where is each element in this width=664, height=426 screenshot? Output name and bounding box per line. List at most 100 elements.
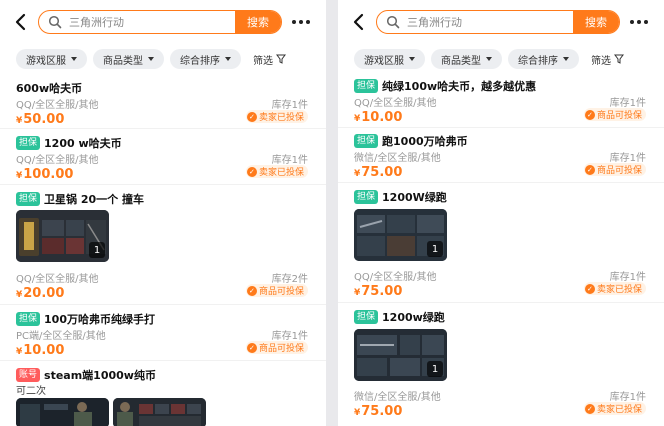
- filter-type[interactable]: 商品类型: [93, 49, 164, 69]
- caret-down-icon: [225, 57, 231, 61]
- shield-icon: ✓: [584, 109, 595, 120]
- filter-sort-label: 综合排序: [180, 55, 220, 67]
- item-price: ¥75.00: [354, 161, 402, 180]
- item-stock: 库存1件: [609, 98, 646, 109]
- screen-filter-button[interactable]: 筛选: [591, 52, 624, 67]
- search-button[interactable]: 搜索: [235, 11, 281, 33]
- insurance-tag: ✓ 卖家已投保: [583, 402, 646, 415]
- list-item[interactable]: 担保 跑1000万哈弗币 微信/全区全服/其他 库存1件 ¥75.00 ✓ 商品可投…: [338, 129, 664, 181]
- guarantee-badge: 担保: [354, 190, 379, 204]
- item-title: 600w哈夫币: [16, 82, 83, 95]
- price-value: 75.00: [361, 165, 403, 180]
- price-value: 50.00: [23, 112, 65, 127]
- insurance-label: 卖家已投保: [258, 168, 304, 178]
- currency-symbol: ¥: [354, 288, 361, 298]
- price-value: 10.00: [23, 343, 65, 358]
- insurance-label: 商品可投保: [258, 344, 304, 354]
- currency-symbol: ¥: [16, 116, 23, 126]
- item-price: ¥100.00: [16, 163, 73, 182]
- guarantee-badge: 担保: [16, 312, 41, 326]
- more-dots-icon[interactable]: [630, 20, 652, 24]
- search-input[interactable]: 三角洲行动: [405, 14, 573, 30]
- list-item[interactable]: 担保 1200 w哈夫币 QQ/全区全服/其他 库存1件 ¥100.00 ✓ 卖家已…: [0, 131, 326, 183]
- item-description: 可二次: [16, 386, 46, 397]
- item-title: 100万哈弗币纯绿手打: [44, 313, 155, 326]
- list-item[interactable]: 担保 纯绿100w哈夫币，越多越优惠 QQ/全区全服/其他 库存1件 ¥10.00…: [338, 74, 664, 126]
- insurance-label: 卖家已投保: [258, 113, 304, 123]
- insurance-label: 商品可投保: [596, 111, 642, 121]
- shield-icon: ✓: [584, 164, 595, 175]
- guarantee-badge: 担保: [16, 192, 41, 206]
- item-stock: 库存1件: [271, 331, 308, 342]
- insurance-tag: ✓ 卖家已投保: [245, 110, 308, 123]
- more-dots-icon[interactable]: [292, 20, 314, 24]
- filter-type-label: 商品类型: [441, 55, 481, 67]
- item-price: ¥50.00: [16, 108, 64, 127]
- divider: [0, 304, 326, 305]
- insurance-tag: ✓ 卖家已投保: [245, 165, 308, 178]
- list-item[interactable]: 担保 1200w绿跑 1 微信/全区全服/其他 库存1件 ¥75.00 ✓ 卖家已投…: [338, 305, 664, 420]
- price-value: 75.00: [361, 404, 403, 419]
- currency-symbol: ¥: [16, 171, 23, 181]
- filter-type[interactable]: 商品类型: [431, 49, 502, 69]
- left-phone-screen: 三角洲行动 搜索 游戏区服 商品类型 综合排序 筛选 600w哈夫币 QQ/全区…: [0, 0, 326, 426]
- filter-sort[interactable]: 综合排序: [508, 49, 579, 69]
- item-stock: 库存2件: [271, 274, 308, 285]
- price-value: 100.00: [23, 167, 74, 182]
- item-thumbnail[interactable]: [113, 398, 206, 426]
- list-item[interactable]: 账号 steam端1000w纯币 可二次: [0, 363, 326, 426]
- filter-server[interactable]: 游戏区服: [16, 49, 87, 69]
- shield-icon: ✓: [246, 285, 257, 296]
- item-price: ¥10.00: [16, 339, 64, 358]
- insurance-tag: ✓ 商品可投保: [583, 163, 646, 176]
- top-bar: 三角洲行动 搜索: [0, 0, 326, 44]
- item-price: ¥10.00: [354, 106, 402, 125]
- filter-server[interactable]: 游戏区服: [354, 49, 425, 69]
- image-count: 1: [89, 242, 105, 258]
- account-badge: 账号: [16, 368, 41, 382]
- filter-type-label: 商品类型: [103, 55, 143, 67]
- item-title: 1200w绿跑: [382, 311, 445, 324]
- insurance-tag: ✓ 卖家已投保: [583, 282, 646, 295]
- divider: [0, 184, 326, 185]
- divider: [338, 127, 664, 128]
- back-button[interactable]: [6, 7, 36, 37]
- item-stock: 库存1件: [609, 153, 646, 164]
- search-box[interactable]: 三角洲行动 搜索: [376, 10, 620, 34]
- item-thumbnail[interactable]: 1: [354, 329, 447, 381]
- list-item[interactable]: 担保卫星锅 20一个 撞车 1 QQ/全区全服/其他 库存2件 ¥20.00: [0, 187, 326, 302]
- divider: [0, 128, 326, 129]
- guarantee-badge: 担保: [354, 134, 379, 148]
- item-thumbnail[interactable]: 1: [354, 209, 447, 261]
- search-icon: [43, 11, 67, 33]
- shield-icon: ✓: [584, 403, 595, 414]
- caret-down-icon: [148, 57, 154, 61]
- back-button[interactable]: [344, 7, 374, 37]
- currency-symbol: ¥: [354, 169, 361, 179]
- chevron-left-icon: [353, 13, 364, 31]
- inventory-screenshot-icon: [113, 398, 206, 426]
- search-box[interactable]: 三角洲行动 搜索: [38, 10, 282, 34]
- divider: [0, 360, 326, 361]
- filter-bar: 游戏区服 商品类型 综合排序 筛选: [338, 44, 664, 74]
- item-thumbnail[interactable]: 1: [16, 210, 109, 262]
- filter-sort[interactable]: 综合排序: [170, 49, 241, 69]
- caret-down-icon: [71, 57, 77, 61]
- funnel-icon: [276, 54, 286, 64]
- caret-down-icon: [486, 57, 492, 61]
- item-title: steam端1000w纯币: [44, 369, 156, 382]
- item-thumbnail[interactable]: [16, 398, 109, 426]
- filter-server-label: 游戏区服: [364, 55, 404, 67]
- search-input[interactable]: 三角洲行动: [67, 14, 235, 30]
- item-stock: 库存1件: [271, 155, 308, 166]
- screenshot-stage: 三角洲行动 搜索 游戏区服 商品类型 综合排序 筛选 600w哈夫币 QQ/全区…: [0, 0, 664, 426]
- list-item[interactable]: 担保 100万哈弗币纯绿手打 PC端/全区全服/其他 库存1件 ¥10.00 ✓ 商…: [0, 307, 326, 359]
- caret-down-icon: [563, 57, 569, 61]
- image-count: 1: [427, 241, 443, 257]
- list-item[interactable]: 担保 1200W绿跑 1 QQ/全区全服/其他 库存1件 ¥75.00 ✓ 卖家已投…: [338, 185, 664, 300]
- list-item[interactable]: 600w哈夫币 QQ/全区全服/其他 库存1件 ¥50.00 ✓ 卖家已投保: [0, 76, 326, 128]
- search-button[interactable]: 搜索: [573, 11, 619, 33]
- insurance-label: 卖家已投保: [596, 285, 642, 295]
- screen-filter-button[interactable]: 筛选: [253, 52, 286, 67]
- divider: [338, 302, 664, 303]
